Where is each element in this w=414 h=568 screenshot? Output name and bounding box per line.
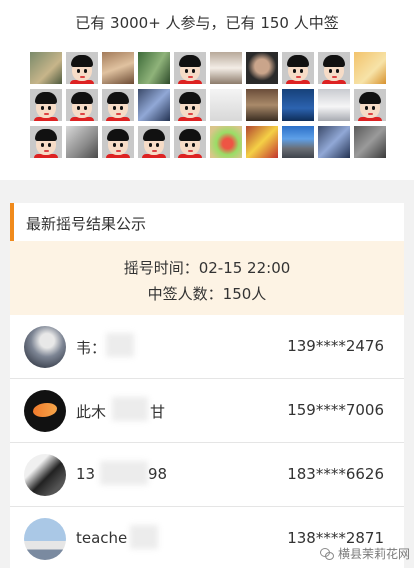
draw-time: 摇号时间：02-15 22:00	[123, 259, 291, 277]
participant-avatar-grid	[30, 52, 386, 158]
wechat-icon	[319, 547, 334, 560]
winner-list: 韦： 139****2476 此木 甘 159****7006 13 98 18…	[10, 315, 404, 568]
blurred-name-mask	[100, 461, 148, 485]
winner-name-tail: 甘	[150, 403, 166, 421]
avatar	[24, 454, 66, 496]
results-title: 最新摇号结果公示	[26, 215, 147, 233]
participant-avatar[interactable]	[138, 52, 170, 84]
winner-count: 中签人数：150人	[147, 285, 267, 303]
participant-avatar[interactable]	[30, 89, 62, 121]
participant-avatar[interactable]	[246, 89, 278, 121]
list-item[interactable]: 13 98 183****6626	[10, 443, 404, 507]
blurred-name-mask	[106, 333, 134, 357]
participant-avatar[interactable]	[318, 52, 350, 84]
participant-avatar[interactable]	[318, 89, 350, 121]
winner-name: 13	[76, 465, 96, 483]
participant-avatar[interactable]	[138, 89, 170, 121]
participant-avatar[interactable]	[138, 126, 170, 158]
blurred-name-mask	[112, 397, 148, 421]
participant-avatar[interactable]	[246, 126, 278, 158]
participant-avatar[interactable]	[210, 89, 242, 121]
watermark-text: 横县茉莉花网	[337, 547, 410, 561]
participant-avatar[interactable]	[102, 52, 134, 84]
participant-avatar[interactable]	[66, 89, 98, 121]
participant-avatar[interactable]	[174, 126, 206, 158]
results-panel: 最新摇号结果公示 摇号时间：02-15 22:00 中签人数：150人 韦： 1…	[10, 203, 404, 568]
participant-avatar[interactable]	[30, 52, 62, 84]
winner-phone: 139****2476	[287, 337, 384, 355]
participant-avatar[interactable]	[210, 126, 242, 158]
winner-phone: 159****7006	[287, 401, 384, 419]
participant-avatar[interactable]	[66, 52, 98, 84]
participant-avatar[interactable]	[30, 126, 62, 158]
winner-phone: 183****6626	[287, 465, 384, 483]
participant-avatar[interactable]	[318, 126, 350, 158]
participant-avatar[interactable]	[102, 126, 134, 158]
winner-name: teache	[76, 529, 128, 547]
draw-info-box: 摇号时间：02-15 22:00 中签人数：150人	[10, 241, 404, 315]
list-item[interactable]: 此木 甘 159****7006	[10, 379, 404, 443]
participant-avatar[interactable]	[282, 52, 314, 84]
participant-avatar[interactable]	[354, 126, 386, 158]
participant-avatar[interactable]	[354, 89, 386, 121]
avatar	[24, 518, 66, 560]
wechat-watermark: 横县茉莉花网	[319, 545, 410, 562]
participant-avatar[interactable]	[282, 89, 314, 121]
participant-avatar[interactable]	[102, 89, 134, 121]
list-item[interactable]: 韦： 139****2476	[10, 315, 404, 379]
winner-name: 此木	[76, 403, 107, 421]
participant-avatar[interactable]	[174, 52, 206, 84]
avatar	[24, 326, 66, 368]
results-header: 最新摇号结果公示	[10, 203, 404, 241]
participants-section: 已有 3000+ 人参与，已有 150 人中签	[0, 0, 414, 180]
blurred-name-mask	[130, 525, 158, 549]
participant-avatar[interactable]	[66, 126, 98, 158]
avatar	[24, 390, 66, 432]
winner-name: 韦：	[76, 339, 107, 357]
participant-avatar[interactable]	[210, 52, 242, 84]
participant-avatar[interactable]	[246, 52, 278, 84]
participant-avatar[interactable]	[282, 126, 314, 158]
participation-summary: 已有 3000+ 人参与，已有 150 人中签	[75, 14, 339, 32]
participant-avatar[interactable]	[174, 89, 206, 121]
winner-name-tail: 98	[148, 465, 168, 483]
participant-avatar[interactable]	[354, 52, 386, 84]
